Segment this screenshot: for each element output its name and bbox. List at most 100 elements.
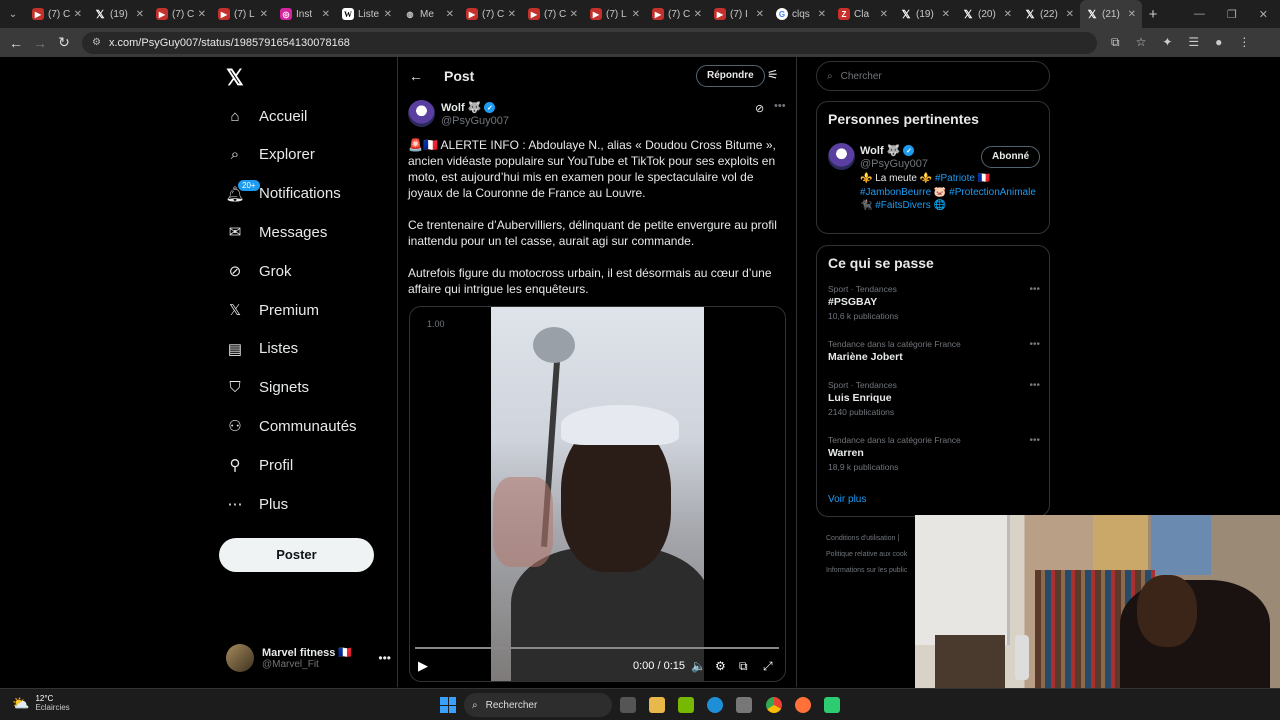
- extensions-icon[interactable]: ✦: [1162, 35, 1172, 50]
- browser-tab[interactable]: 𝕏 (20) ✕: [956, 0, 1018, 28]
- nav-item-notifications[interactable]: 🔔︎ 20+ Notifications: [225, 179, 341, 206]
- new-tab-button[interactable]: +: [1142, 6, 1164, 23]
- more-icon[interactable]: •••: [1029, 380, 1040, 391]
- more-icon[interactable]: •••: [1029, 284, 1040, 295]
- browser-tab[interactable]: ▶ (7) C ✕: [646, 0, 708, 28]
- browser-tab[interactable]: ◍ Me ✕: [398, 0, 460, 28]
- relevant-user-name[interactable]: Wolf 🐺 ✓: [860, 144, 915, 157]
- trend-item[interactable]: Sport · Tendances #PSGBAY 10,6 k publicati…: [828, 284, 1040, 321]
- grok-icon[interactable]: ⊘: [755, 102, 764, 115]
- avatar[interactable]: [408, 100, 435, 127]
- minimize-icon[interactable]: —: [1194, 8, 1205, 21]
- nav-item-signets[interactable]: ⛉ Signets: [226, 376, 309, 400]
- nav-item-explorer[interactable]: ⌕ Explorer: [226, 143, 315, 167]
- install-app-icon[interactable]: ⧉: [1111, 35, 1120, 50]
- avatar[interactable]: [828, 143, 855, 170]
- browser-tab[interactable]: ▶ (7) C ✕: [522, 0, 584, 28]
- browser-tab[interactable]: ▶ (7) C ✕: [460, 0, 522, 28]
- back-icon[interactable]: ←: [4, 35, 28, 51]
- close-tab-icon[interactable]: ✕: [756, 9, 764, 20]
- more-icon[interactable]: •••: [1029, 435, 1040, 446]
- close-tab-icon[interactable]: ✕: [694, 9, 702, 20]
- fullscreen-icon[interactable]: ⤢: [763, 659, 773, 674]
- close-tab-icon[interactable]: ✕: [942, 9, 950, 20]
- video-frame[interactable]: [491, 307, 704, 681]
- app-icon[interactable]: [824, 697, 840, 713]
- firefox-icon[interactable]: [795, 697, 811, 713]
- account-switcher[interactable]: Marvel fitness 🇫🇷 @Marvel_Fit •••: [226, 644, 391, 672]
- browser-tab[interactable]: ▶ (7) L ✕: [584, 0, 646, 28]
- browser-tab[interactable]: ▶ (7) I ✕: [708, 0, 770, 28]
- close-tab-icon[interactable]: ✕: [260, 9, 268, 20]
- trend-item[interactable]: Sport · Tendances Luis Enrique 2140 public…: [828, 380, 1040, 417]
- nav-item-grok[interactable]: ⊘ Grok: [226, 259, 292, 283]
- nav-item-listes[interactable]: ▤ Listes: [226, 337, 298, 361]
- close-tab-icon[interactable]: ✕: [632, 9, 640, 20]
- hashtag-link[interactable]: #ProtectionAnimale: [949, 187, 1036, 198]
- browser-tab[interactable]: ▶ (7) L ✕: [212, 0, 274, 28]
- browser-tab[interactable]: W Liste ✕: [336, 0, 398, 28]
- relevant-user-handle[interactable]: @PsyGuy007: [860, 158, 928, 170]
- browser-tab[interactable]: Z Cla ✕: [832, 0, 894, 28]
- more-icon[interactable]: •••: [1029, 339, 1040, 350]
- close-tab-icon[interactable]: ✕: [74, 9, 82, 20]
- search-input[interactable]: ⌕ Chercher: [816, 61, 1050, 91]
- close-tab-icon[interactable]: ✕: [322, 9, 330, 20]
- close-tab-icon[interactable]: ✕: [198, 9, 206, 20]
- url-field[interactable]: ⚙ x.com/PsyGuy007/status/198579165413007…: [82, 31, 1097, 54]
- author-handle[interactable]: @PsyGuy007: [441, 115, 509, 127]
- browser-tab[interactable]: ◎ Inst ✕: [274, 0, 336, 28]
- trend-item[interactable]: Tendance dans la catégorie France Mariène…: [828, 339, 1040, 363]
- close-tab-icon[interactable]: ✕: [446, 9, 454, 20]
- close-tab-icon[interactable]: ✕: [136, 9, 144, 20]
- tab-search-dropdown[interactable]: ⌄: [0, 0, 26, 28]
- profile-icon[interactable]: ●: [1215, 35, 1222, 50]
- taskbar-search[interactable]: ⌕ Rechercher: [464, 693, 612, 717]
- chrome-icon[interactable]: [766, 697, 782, 713]
- nav-item-accueil[interactable]: ⌂ Accueil: [226, 104, 307, 128]
- close-tab-icon[interactable]: ✕: [508, 9, 516, 20]
- close-tab-icon[interactable]: ✕: [384, 9, 392, 20]
- browser-tab[interactable]: 𝕏 (21) ✕: [1080, 0, 1142, 28]
- weather-widget[interactable]: ⛅ 12°C Eclaircies: [12, 694, 70, 712]
- browser-tab[interactable]: Gclqs ✕: [770, 0, 832, 28]
- following-button[interactable]: Abonné: [981, 146, 1041, 168]
- site-info-icon[interactable]: ⚙: [92, 37, 101, 48]
- close-window-icon[interactable]: ✕: [1259, 8, 1268, 21]
- edge-icon[interactable]: [707, 697, 723, 713]
- close-tab-icon[interactable]: ✕: [818, 9, 826, 20]
- post-button[interactable]: Poster: [219, 538, 374, 572]
- author-name[interactable]: Wolf 🐺 ✓: [441, 101, 496, 114]
- close-tab-icon[interactable]: ✕: [570, 9, 578, 20]
- hashtag-link[interactable]: #JambonBeurre: [860, 187, 931, 198]
- nav-item-messages[interactable]: ✉ Messages: [226, 220, 328, 244]
- video-progress-bar[interactable]: [415, 647, 779, 649]
- reading-list-icon[interactable]: ☰: [1188, 35, 1199, 50]
- browser-tab[interactable]: 𝕏 (19) ✕: [894, 0, 956, 28]
- nav-item-premium[interactable]: 𝕏 Premium: [226, 298, 319, 322]
- browser-tab[interactable]: 𝕏 (22) ✕: [1018, 0, 1080, 28]
- file-explorer-icon[interactable]: [649, 697, 665, 713]
- hashtag-link[interactable]: #FaitsDivers: [875, 200, 931, 211]
- browser-tab[interactable]: ▶ (7) C ✕: [26, 0, 88, 28]
- close-tab-icon[interactable]: ✕: [1128, 9, 1136, 20]
- forward-icon[interactable]: →: [28, 35, 52, 51]
- nav-item-plus[interactable]: ⋯ Plus: [226, 492, 289, 516]
- back-arrow-icon[interactable]: ←: [409, 68, 423, 84]
- reply-button[interactable]: Répondre: [696, 65, 765, 87]
- browser-tab[interactable]: 𝕏 (19) ✕: [88, 0, 150, 28]
- see-more-link[interactable]: Voir plus: [828, 494, 866, 505]
- sliders-icon[interactable]: ⚟: [767, 67, 779, 83]
- browser-menu-icon[interactable]: ⋮: [1238, 35, 1250, 50]
- store-icon[interactable]: [736, 697, 752, 713]
- footer-link[interactable]: Informations sur les public: [826, 563, 907, 579]
- settings-icon[interactable]: ⚙: [715, 659, 726, 673]
- more-icon[interactable]: •••: [774, 100, 786, 112]
- close-tab-icon[interactable]: ✕: [880, 9, 888, 20]
- video-player[interactable]: 1.00 ▶ 0:00 / 0:15 🔈 ⚙ ⧉ ⤢: [409, 306, 786, 682]
- close-tab-icon[interactable]: ✕: [1004, 9, 1012, 20]
- nav-item-communautés[interactable]: ⚇ Communautés: [226, 414, 356, 438]
- browser-tab[interactable]: ▶ (7) C ✕: [150, 0, 212, 28]
- reload-icon[interactable]: ↻: [52, 34, 76, 51]
- volume-icon[interactable]: 🔈: [691, 659, 706, 673]
